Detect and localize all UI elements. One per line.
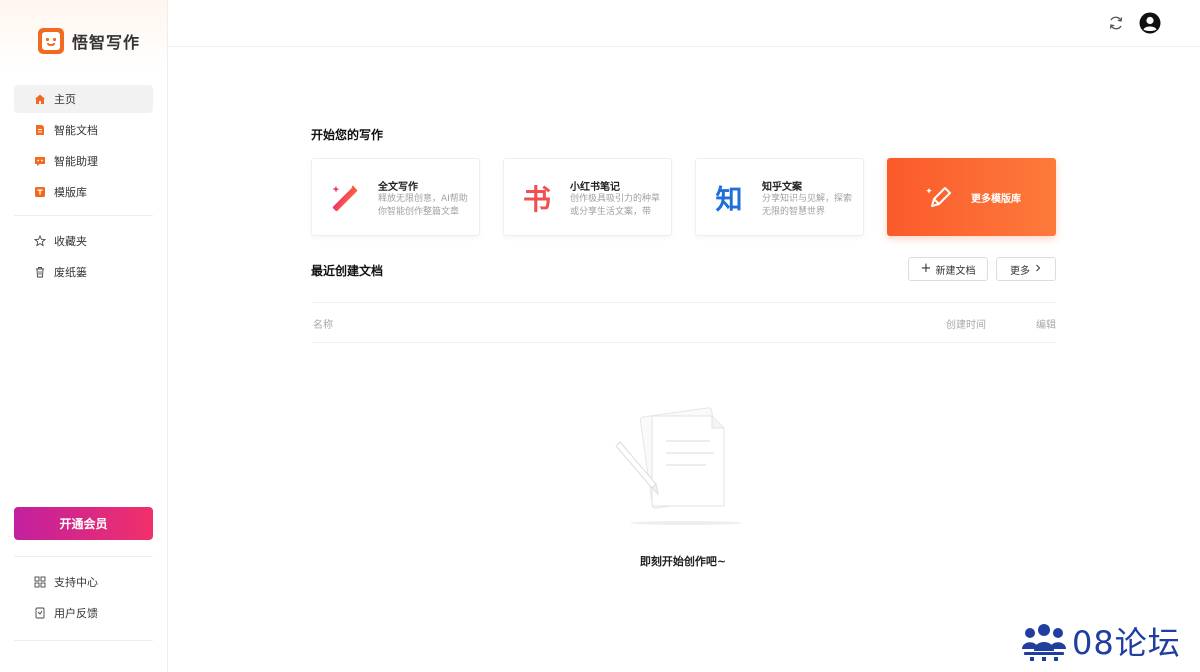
trash-icon (34, 266, 46, 278)
user-avatar-icon[interactable] (1139, 12, 1161, 34)
brand[interactable]: 悟智写作 (38, 28, 140, 54)
column-header-created: 创建时间 (946, 320, 986, 331)
card-full-text-writing[interactable]: 全文写作 释放无限创意，AI帮助你智能创作整篇文章 (311, 158, 480, 236)
sidebar-item-feedback[interactable]: 用户反馈 (14, 599, 153, 627)
sidebar-item-smart-docs[interactable]: 智能文档 (14, 116, 153, 144)
column-header-name: 名称 (313, 320, 333, 331)
sidebar-item-smart-assistant[interactable]: 智能助理 (14, 147, 153, 175)
recent-docs-title: 最近创建文档 (311, 264, 384, 278)
sidebar-divider (14, 640, 153, 641)
sidebar-item-label: 支持中心 (54, 576, 98, 589)
brand-logo-icon (38, 28, 64, 54)
sidebar-item-label: 收藏夹 (54, 235, 87, 248)
start-writing-title: 开始您的写作 (311, 128, 384, 142)
pencil-icon (925, 182, 955, 212)
sidebar-item-support-center[interactable]: 支持中心 (14, 568, 153, 596)
template-icon (34, 186, 46, 198)
more-templates-label: 更多模版库 (971, 194, 1021, 205)
sidebar: 悟智写作 主页 智能文档 智能助理 模版库 收藏夹 废纸篓 开通会员 支持中心 … (0, 0, 168, 672)
sidebar-item-home[interactable]: 主页 (14, 85, 153, 113)
empty-state-illustration (612, 402, 752, 530)
brand-name: 悟智写作 (72, 33, 141, 52)
secondary-nav: 收藏夹 废纸篓 (14, 227, 153, 289)
card-xiaohongshu-notes[interactable]: 书 小红书笔记 创作极具吸引力的种草或分享生活文案，带有... (503, 158, 672, 236)
sidebar-item-label: 模版库 (54, 186, 87, 199)
assistant-icon (34, 155, 46, 167)
forum-watermark: 08论坛 (1020, 618, 1181, 664)
new-document-button[interactable]: + 新建文档 (908, 257, 988, 281)
main-nav: 主页 智能文档 智能助理 模版库 (14, 85, 153, 209)
grid-icon (34, 576, 46, 588)
sidebar-item-label: 智能文档 (54, 124, 98, 137)
watermark-text: 08论坛 (1072, 624, 1181, 662)
document-icon (34, 124, 46, 136)
card-title: 全文写作 (378, 182, 418, 193)
table-top-border (311, 302, 1056, 303)
sidebar-item-favorites[interactable]: 收藏夹 (14, 227, 153, 255)
card-zhihu-copy[interactable]: 知 知乎文案 分享知识与见解，探索无限的智慧世界 (695, 158, 864, 236)
sidebar-item-label: 智能助理 (54, 155, 98, 168)
new-document-label: 新建文档 (935, 265, 976, 277)
feedback-icon (34, 607, 46, 619)
more-label: 更多 (1010, 265, 1030, 277)
refresh-icon[interactable] (1107, 14, 1125, 32)
sidebar-divider (14, 215, 153, 216)
magic-wand-icon (328, 181, 362, 215)
bottom-nav: 支持中心 用户反馈 (14, 568, 153, 630)
home-icon (34, 93, 46, 105)
sidebar-item-label: 主页 (54, 93, 76, 106)
card-description: 创作极具吸引力的种草或分享生活文案，带有... (570, 194, 661, 217)
card-more-templates[interactable]: 更多模版库 (887, 158, 1056, 236)
chevron-right-icon (1034, 264, 1042, 275)
vip-membership-button[interactable]: 开通会员 (14, 507, 153, 540)
book-char-icon: 书 (520, 181, 554, 215)
card-description: 分享知识与见解，探索无限的智慧世界 (762, 194, 853, 217)
sidebar-item-templates[interactable]: 模版库 (14, 178, 153, 206)
zhi-char-icon: 知 (712, 181, 746, 215)
star-icon (34, 235, 46, 247)
sidebar-divider (14, 556, 153, 557)
svg-text:书: 书 (523, 183, 551, 215)
card-title: 小红书笔记 (570, 182, 620, 193)
sidebar-item-label: 用户反馈 (54, 607, 98, 620)
column-header-edit: 编辑 (1036, 320, 1056, 331)
sidebar-item-label: 废纸篓 (54, 266, 87, 279)
plus-icon: + (920, 261, 932, 276)
sidebar-item-trash[interactable]: 废纸篓 (14, 258, 153, 286)
card-title: 知乎文案 (762, 182, 802, 193)
empty-state-text: 即刻开始创作吧~ (639, 555, 727, 568)
card-description: 释放无限创意，AI帮助你智能创作整篇文章 (378, 194, 468, 217)
more-button[interactable]: 更多 (996, 257, 1056, 281)
top-bar (168, 0, 1200, 47)
table-header-border (311, 342, 1056, 343)
svg-text:知: 知 (716, 185, 743, 215)
people-group-icon (1020, 621, 1068, 661)
